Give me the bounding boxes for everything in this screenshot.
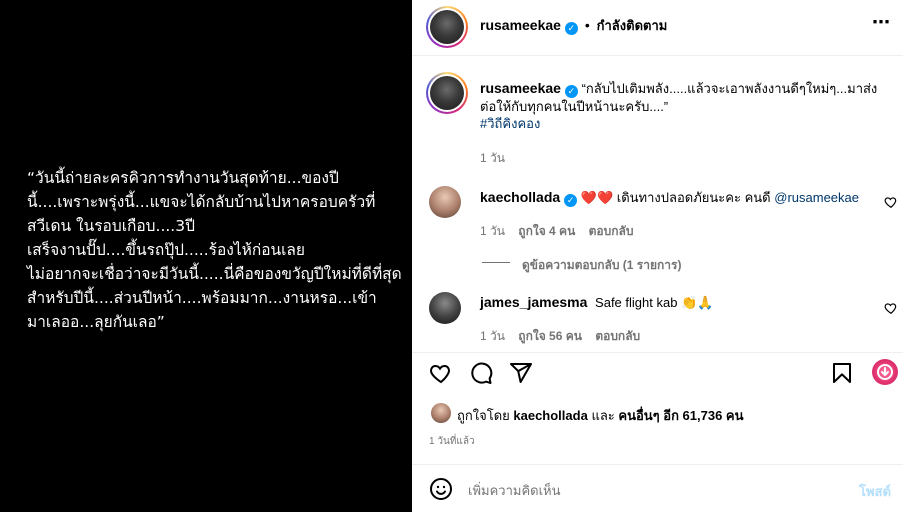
comment-box-divider <box>412 464 903 465</box>
comment: kaechollada ✓ ❤️❤️ เดินทางปลอดภัยนะคะ คนด… <box>480 189 865 207</box>
emoji-smiley-icon[interactable] <box>429 477 453 501</box>
comment-meta: 1 วัน ถูกใจ 4 คน ตอบกลับ <box>480 222 634 241</box>
caption-hashtag[interactable]: #วิถีคิงคอง <box>480 116 540 131</box>
likes-mid: และ <box>591 408 615 423</box>
post-time[interactable]: 1 วันที่แล้ว <box>429 434 475 449</box>
actions-divider <box>412 352 903 353</box>
comment-username[interactable]: kaechollada <box>480 189 560 205</box>
view-replies-button[interactable]: ดูข้อความตอบกลับ (1 รายการ) <box>522 256 681 275</box>
comment-time[interactable]: 1 วัน <box>480 329 505 343</box>
comment-input[interactable] <box>466 478 850 502</box>
verified-badge-icon: ✓ <box>564 85 578 98</box>
caption-avatar[interactable] <box>426 72 468 114</box>
like-heart-icon[interactable] <box>429 361 453 385</box>
bookmark-save-icon[interactable] <box>830 361 854 385</box>
download-extension-icon[interactable] <box>872 359 898 385</box>
comment-text: Safe flight kab <box>595 295 678 310</box>
caption: rusameekae ✓ “กลับไปเติมพลัง.....แล้วจะเอ… <box>480 80 892 132</box>
comment-emoji: ❤️❤️ <box>580 190 614 205</box>
share-send-icon[interactable] <box>509 361 533 385</box>
likes-others[interactable]: คนอื่นๆ อีก 61,736 คน <box>618 408 743 423</box>
comment-bubble-icon[interactable] <box>469 361 493 385</box>
comment-reply-button[interactable]: ตอบกลับ <box>589 224 634 238</box>
replies-divider <box>482 262 510 263</box>
more-options-icon[interactable]: ⋯ <box>872 12 891 33</box>
post-side-panel: rusameekae ✓ • กำลังติดตาม ⋯ rusameekae ✓ … <box>412 0 903 512</box>
comment-time[interactable]: 1 วัน <box>480 224 505 238</box>
commenter-avatar[interactable] <box>429 186 461 218</box>
comment-likes[interactable]: ถูกใจ 56 คน <box>518 329 582 343</box>
comment-text: เดินทางปลอดภัยนะคะ คนดี <box>616 190 771 205</box>
comment-username[interactable]: james_jamesma <box>480 294 587 310</box>
likes-user[interactable]: kaechollada <box>513 408 587 423</box>
comment-reply-button[interactable]: ตอบกลับ <box>595 329 640 343</box>
comment-likes[interactable]: ถูกใจ 4 คน <box>518 224 575 238</box>
comment-mention[interactable]: @rusameekae <box>774 190 859 205</box>
header-username[interactable]: rusameekae <box>480 17 561 33</box>
post-media[interactable]: “วันนี้ถ่ายละครคิวการทำงานวันสุดท้าย...ข… <box>0 0 412 512</box>
comment: james_jamesma Safe flight kab 👏🙏 <box>480 294 865 311</box>
caption-username[interactable]: rusameekae <box>480 80 561 96</box>
likes-summary: ถูกใจโดย kaechollada และ คนอื่นๆ อีก 61,… <box>457 405 744 426</box>
verified-badge-icon: ✓ <box>564 22 578 35</box>
commenter-avatar[interactable] <box>429 292 461 324</box>
caption-time[interactable]: 1 วัน <box>480 149 505 168</box>
header-separator: • <box>584 17 590 33</box>
comment-meta: 1 วัน ถูกใจ 56 คน ตอบกลับ <box>480 327 640 346</box>
post-image-text: “วันนี้ถ่ายละครคิวการทำงานวันสุดท้าย...ข… <box>27 169 402 331</box>
comment-like-heart-icon[interactable] <box>884 301 898 315</box>
post-header: rusameekae ✓ • กำลังติดตาม ⋯ <box>412 0 903 56</box>
verified-badge-icon: ✓ <box>564 194 578 207</box>
post-comment-button[interactable]: โพสต์ <box>859 481 891 502</box>
liker-avatar[interactable] <box>431 403 451 423</box>
comment-like-heart-icon[interactable] <box>884 195 898 209</box>
author-avatar[interactable] <box>426 6 468 48</box>
likes-prefix: ถูกใจโดย <box>457 408 510 423</box>
follow-status-button[interactable]: กำลังติดตาม <box>597 18 668 33</box>
comment-emoji: 👏🙏 <box>681 295 714 310</box>
